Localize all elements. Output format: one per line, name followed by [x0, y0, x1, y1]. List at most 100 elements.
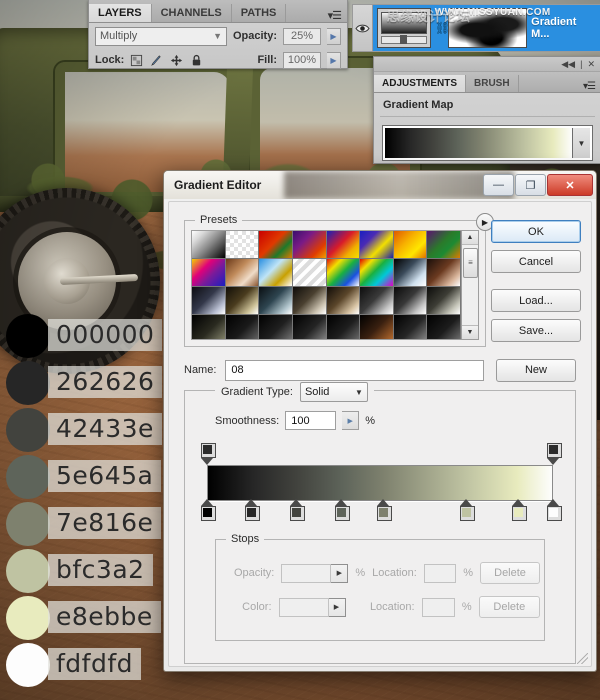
cancel-button[interactable]: Cancel: [491, 250, 581, 273]
fill-input[interactable]: 100%: [283, 51, 321, 69]
adjustments-gradient-picker[interactable]: ▼: [383, 126, 592, 160]
preset-swatch[interactable]: [192, 315, 226, 339]
stop-handle[interactable]: [460, 506, 475, 521]
color-stop-0[interactable]: [200, 499, 216, 521]
preset-swatch[interactable]: [360, 315, 394, 339]
preset-swatch[interactable]: [393, 287, 428, 315]
chevron-down-icon[interactable]: ▼: [572, 128, 590, 158]
preset-swatch[interactable]: [292, 259, 327, 287]
name-input[interactable]: 08: [225, 359, 484, 381]
close-icon[interactable]: ✕: [587, 59, 595, 70]
stop-handle[interactable]: [376, 506, 392, 521]
opacity-stop-end[interactable]: [546, 443, 562, 465]
save-button[interactable]: Save...: [491, 319, 581, 342]
resize-grip-icon[interactable]: [577, 653, 588, 664]
stop-handle[interactable]: [200, 506, 216, 521]
opacity-delete-button[interactable]: Delete: [480, 562, 540, 584]
preset-swatch[interactable]: [326, 231, 361, 259]
dialog-titlebar[interactable]: Gradient Editor — ❐ ✕: [164, 171, 596, 199]
lock-paint-icon[interactable]: [150, 54, 163, 67]
lock-transparency-icon[interactable]: [130, 54, 143, 67]
load-button[interactable]: Load...: [491, 289, 581, 312]
preset-swatch[interactable]: [393, 315, 428, 339]
gradient-type-select[interactable]: Solid ▼: [299, 382, 368, 402]
scroll-down-arrow[interactable]: ▼: [462, 325, 478, 339]
preset-swatch[interactable]: [427, 315, 461, 339]
color-stop-7[interactable]: [546, 499, 562, 521]
scrollbar-thumb[interactable]: ≡: [462, 248, 478, 278]
layer-selected-row[interactable]: ⛓ 思缘设计论坛 WWW.MISSYUAN.COM Gradient M...: [372, 5, 600, 51]
scroll-up-arrow[interactable]: ▲: [462, 231, 478, 245]
preset-swatch[interactable]: [326, 287, 361, 315]
gradient-preview-bar[interactable]: [207, 465, 553, 501]
preset-swatch[interactable]: [259, 231, 293, 259]
color-stop-3[interactable]: [335, 499, 351, 521]
tab-brush[interactable]: BRUSH: [466, 75, 519, 92]
minimize-button[interactable]: —: [483, 174, 514, 196]
preset-swatch[interactable]: [427, 231, 461, 259]
color-stop-6[interactable]: [511, 499, 527, 521]
opacity-input[interactable]: 25%: [283, 27, 321, 45]
preset-swatch[interactable]: [259, 287, 293, 315]
preset-swatch[interactable]: [225, 287, 260, 315]
preset-swatch[interactable]: [360, 231, 394, 259]
color-stop-5[interactable]: [460, 499, 475, 521]
color-stop-1[interactable]: [245, 499, 261, 521]
collapse-icon[interactable]: ◀◀: [561, 59, 575, 70]
blend-mode-select[interactable]: Multiply ▼: [95, 26, 227, 46]
stop-opacity-input[interactable]: [281, 563, 332, 583]
panel-menu-icon[interactable]: ▾☰: [328, 9, 347, 22]
preset-swatch[interactable]: [292, 315, 327, 339]
preset-swatch[interactable]: [259, 315, 293, 339]
preset-swatch[interactable]: [192, 231, 226, 259]
smoothness-input[interactable]: 100: [285, 411, 337, 430]
color-stop-2[interactable]: [290, 499, 306, 521]
stop-handle[interactable]: [546, 443, 562, 458]
stop-color-picker-arrow[interactable]: ▶: [328, 597, 346, 617]
preset-swatch[interactable]: [259, 259, 293, 287]
ok-button[interactable]: OK: [491, 220, 581, 243]
opacity-location-input[interactable]: [423, 563, 457, 583]
color-stop-4[interactable]: [376, 499, 392, 521]
preset-swatch[interactable]: [393, 231, 428, 259]
color-location-input[interactable]: [421, 597, 455, 617]
preset-swatch[interactable]: [427, 259, 461, 287]
preset-swatch[interactable]: [225, 231, 260, 259]
preset-swatch[interactable]: [292, 287, 327, 315]
layer-visibility-toggle[interactable]: [353, 5, 373, 51]
lock-position-icon[interactable]: [170, 54, 183, 67]
preset-swatch[interactable]: [393, 259, 428, 287]
panel-menu-icon[interactable]: ▾☰: [583, 81, 600, 92]
maximize-button[interactable]: ❐: [515, 174, 546, 196]
stop-handle[interactable]: [200, 443, 216, 458]
stop-handle[interactable]: [511, 506, 527, 521]
opacity-stop-start[interactable]: [200, 443, 216, 465]
stop-handle[interactable]: [335, 506, 351, 521]
preset-swatch[interactable]: [225, 315, 260, 339]
lock-all-icon[interactable]: [190, 54, 203, 67]
opacity-stepper[interactable]: ▶: [327, 27, 341, 45]
preset-swatch[interactable]: [225, 259, 260, 287]
tab-channels[interactable]: CHANNELS: [152, 4, 232, 22]
preset-swatch[interactable]: [192, 287, 226, 315]
stop-opacity-stepper[interactable]: ▶: [331, 563, 349, 583]
preset-swatch[interactable]: [326, 315, 361, 339]
tab-layers[interactable]: LAYERS: [89, 4, 152, 22]
layer-row[interactable]: ⛓ 思缘设计论坛 WWW.MISSYUAN.COM Gradient M...: [352, 4, 600, 52]
preset-swatch[interactable]: [326, 259, 361, 287]
smoothness-stepper[interactable]: ▶: [342, 411, 360, 430]
preset-swatch[interactable]: [360, 287, 394, 315]
presets-scrollbar[interactable]: ▲ ≡ ▼: [461, 231, 478, 339]
preset-swatch[interactable]: [360, 259, 394, 287]
fill-stepper[interactable]: ▶: [327, 51, 341, 69]
close-button[interactable]: ✕: [547, 174, 593, 196]
preset-swatch[interactable]: [292, 231, 327, 259]
preset-swatch[interactable]: [192, 259, 226, 287]
stop-handle[interactable]: [245, 506, 261, 521]
presets-grid[interactable]: [192, 231, 461, 339]
color-delete-button[interactable]: Delete: [478, 596, 540, 618]
stop-handle[interactable]: [290, 506, 306, 521]
new-button[interactable]: New: [496, 358, 576, 382]
tab-paths[interactable]: PATHS: [232, 4, 287, 22]
stop-color-swatch[interactable]: [278, 597, 329, 617]
